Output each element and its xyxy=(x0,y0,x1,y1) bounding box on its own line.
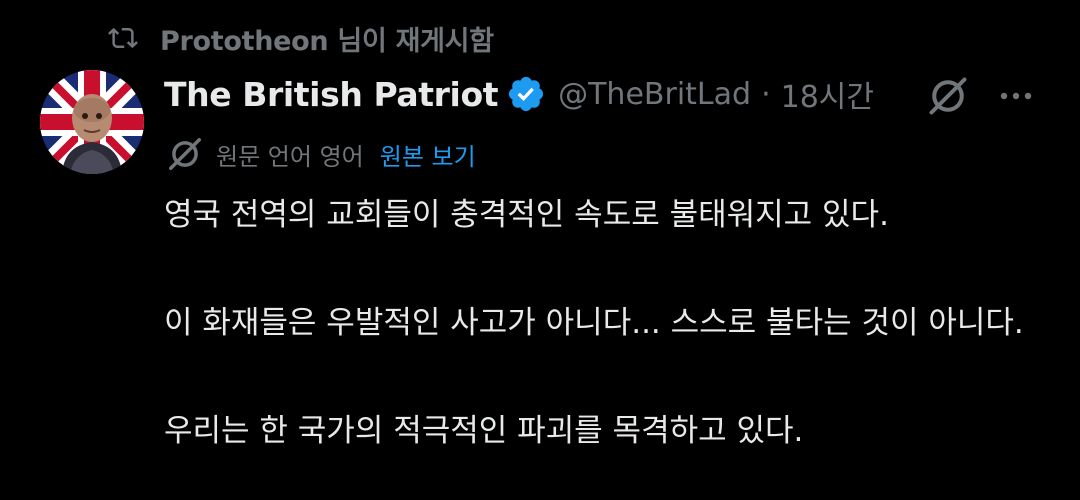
repost-label: Prototheon 님이 재게시함 xyxy=(160,25,494,57)
post-paragraph: 영국 전역의 교회들이 충격적인 속도로 불태워지고 있다. xyxy=(164,197,889,233)
translation-notice: 원문 언어 영어 원본 보기 xyxy=(166,132,476,176)
grok-translate-icon xyxy=(169,138,201,170)
show-original-link[interactable]: 원본 보기 xyxy=(380,137,476,172)
grok-icon[interactable] xyxy=(926,74,970,118)
author-display-name[interactable]: The British Patriot xyxy=(164,75,499,114)
translation-label: 원문 언어 영어 xyxy=(216,142,364,171)
more-dots-icon[interactable] xyxy=(996,86,1036,106)
post-timestamp[interactable]: 18시간 xyxy=(781,72,874,116)
post-paragraph: 우리는 한 국가의 적극적인 파괴를 목격하고 있다. xyxy=(164,413,804,449)
author-handle[interactable]: @TheBritLad xyxy=(558,77,751,112)
avatar-union-jack-icon xyxy=(40,70,144,174)
repost-indicator[interactable]: Prototheon 님이 재게시함 xyxy=(106,18,494,58)
avatar[interactable] xyxy=(40,70,144,174)
verified-badge-icon[interactable] xyxy=(506,74,546,114)
separator-dot: · xyxy=(761,76,771,112)
repost-icon xyxy=(108,27,138,49)
post-paragraph: 이 화재들은 우발적인 사고가 아니다... 스스로 불타는 것이 아니다. xyxy=(164,305,1024,341)
post-text: 영국 전역의 교회들이 충격적인 속도로 불태워지고 있다. 이 화재들은 우발… xyxy=(164,188,1044,458)
